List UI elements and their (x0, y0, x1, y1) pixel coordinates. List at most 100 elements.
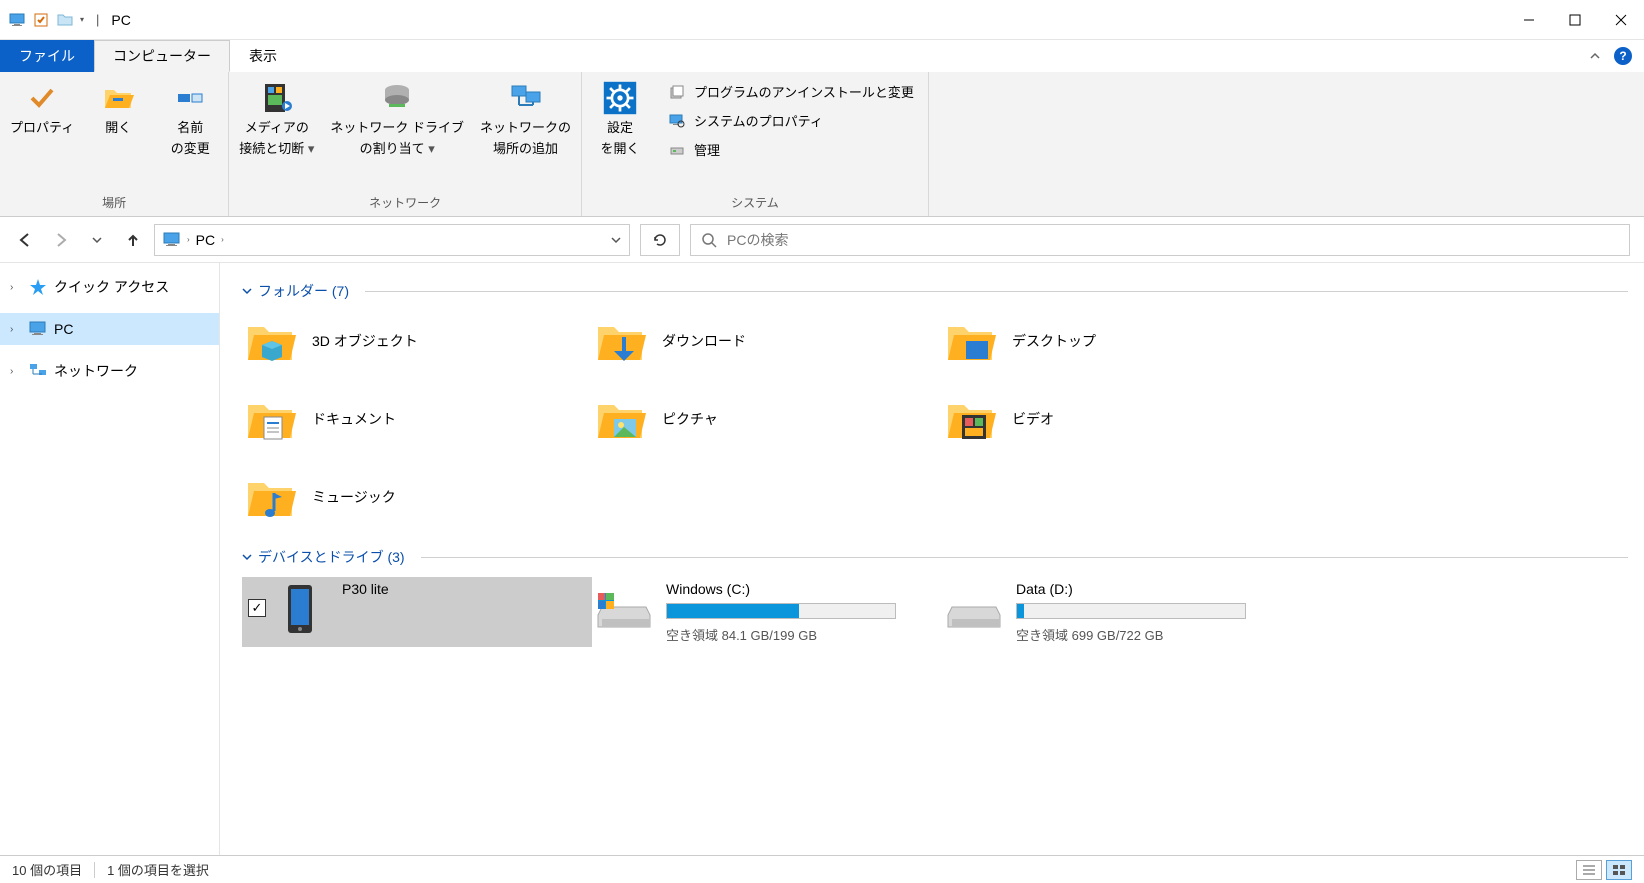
folder-desktop[interactable]: デスクトップ (942, 311, 1292, 371)
folder-music[interactable]: ミュージック (242, 467, 592, 527)
ribbon-mapdrive-button[interactable]: ネットワーク ドライブ の割り当て ▾ (328, 76, 466, 162)
drive-d-icon (946, 581, 1002, 637)
chevron-down-icon[interactable] (242, 552, 252, 562)
close-button[interactable] (1598, 0, 1644, 40)
tree-quick-access[interactable]: › クイック アクセス (0, 271, 219, 303)
folder-label: ビデオ (1012, 409, 1054, 429)
ribbon-addlocation-button[interactable]: ネットワークの 場所の追加 (478, 76, 573, 162)
nav-up-button[interactable] (122, 229, 144, 251)
tree-network[interactable]: › ネットワーク (0, 355, 219, 387)
search-box[interactable] (690, 224, 1630, 256)
ribbon-manage-button[interactable]: 管理 (668, 138, 914, 161)
section-folders-header[interactable]: フォルダー (7) (242, 281, 1628, 301)
ribbon-uninstall-button[interactable]: プログラムのアンインストールと変更 (668, 80, 914, 103)
ribbon-rename-label2: の変更 (171, 141, 210, 158)
device-phone[interactable]: ✓ P30 lite (242, 577, 592, 647)
quick-access-toolbar: ▾ | (0, 11, 105, 29)
chevron-down-icon[interactable] (242, 286, 252, 296)
ribbon-group-location-label: 場所 (8, 191, 220, 214)
folder-open-icon (100, 80, 136, 116)
main: › クイック アクセス › PC › ネットワーク フォルダー (7) 3D オ… (0, 263, 1644, 855)
maximize-button[interactable] (1552, 0, 1598, 40)
chevron-right-icon[interactable]: › (10, 324, 22, 335)
breadcrumb-pc[interactable]: PC (196, 232, 215, 248)
ribbon-rename-label1: 名前 (177, 120, 203, 137)
gear-icon (602, 80, 638, 116)
checkbox-icon[interactable]: ✓ (248, 599, 266, 617)
ribbon-group-system: 設定 を開く プログラムのアンインストールと変更 システムのプロパティ 管理 シ… (582, 72, 929, 216)
ribbon-group-network-label: ネットワーク (237, 191, 573, 214)
ribbon-rename-button[interactable]: 名前 の変更 (160, 76, 220, 162)
chevron-right-icon[interactable]: › (187, 235, 190, 244)
folder-pictures-icon (592, 391, 648, 447)
titlebar: ▾ | PC (0, 0, 1644, 40)
manage-icon (668, 141, 686, 159)
check-icon (24, 80, 60, 116)
nav-back-button[interactable] (14, 229, 36, 251)
ribbon-settings-button[interactable]: 設定 を開く (590, 76, 650, 162)
ribbon-sysprops-label: システムのプロパティ (694, 111, 823, 130)
ribbon-mapdrive-label1: ネットワーク ドライブ (330, 120, 464, 137)
ribbon-settings-label2: を開く (601, 141, 640, 158)
folder-documents-icon (242, 391, 298, 447)
folder-downloads[interactable]: ダウンロード (592, 311, 942, 371)
folder-3d-objects[interactable]: 3D オブジェクト (242, 311, 592, 371)
ribbon-properties-button[interactable]: プロパティ (8, 76, 76, 141)
section-folders-label: フォルダー (7) (258, 281, 349, 301)
ribbon-sysprops-button[interactable]: システムのプロパティ (668, 109, 914, 132)
properties-icon[interactable] (32, 11, 50, 29)
folder-desktop-icon (942, 313, 998, 369)
folder-pictures[interactable]: ピクチャ (592, 389, 942, 449)
view-details-button[interactable] (1576, 860, 1602, 880)
title-separator: | (90, 12, 105, 27)
ribbon-collapse-icon[interactable] (1586, 47, 1604, 65)
address-dropdown-icon[interactable] (611, 235, 621, 245)
refresh-button[interactable] (640, 224, 680, 256)
nav-forward-button[interactable] (50, 229, 72, 251)
folder-downloads-icon (592, 313, 648, 369)
search-icon (701, 232, 717, 248)
view-icons-button[interactable] (1606, 860, 1632, 880)
drive-d[interactable]: Data (D:) 空き領域 699 GB/722 GB (942, 577, 1292, 647)
search-input[interactable] (727, 232, 1619, 248)
pc-icon (28, 319, 48, 339)
ribbon-open-label: 開く (105, 120, 131, 137)
device-label: P30 lite (342, 581, 389, 597)
ribbon-tabs: ファイル コンピューター 表示 ? (0, 40, 1644, 72)
content: フォルダー (7) 3D オブジェクト ダウンロード デスクトップ ドキュメント (220, 263, 1644, 855)
window-controls (1506, 0, 1644, 40)
status-item-count: 10 個の項目 (12, 860, 82, 879)
tab-view[interactable]: 表示 (230, 40, 296, 72)
chevron-right-icon[interactable]: › (221, 235, 224, 244)
ribbon: プロパティ 開く 名前 の変更 場所 メディアの 接続と切断 ▾ ネットワーク (0, 72, 1644, 217)
dropdown-caret-icon: ▾ (308, 141, 315, 156)
nav-recent-button[interactable] (86, 229, 108, 251)
tree-pc[interactable]: › PC (0, 313, 219, 345)
ribbon-media-button[interactable]: メディアの 接続と切断 ▾ (237, 76, 316, 162)
drive-capacity-bar (666, 603, 896, 619)
drive-label: Windows (C:) (666, 581, 896, 597)
tab-computer[interactable]: コンピューター (94, 40, 230, 72)
ribbon-addloc-label1: ネットワークの (480, 120, 571, 137)
chevron-right-icon[interactable]: › (10, 282, 22, 293)
help-icon[interactable]: ? (1614, 47, 1632, 65)
folder-label: ダウンロード (662, 331, 746, 351)
chevron-right-icon[interactable]: › (10, 366, 22, 377)
drive-c-icon (596, 581, 652, 637)
tab-file[interactable]: ファイル (0, 40, 94, 72)
dropdown-caret-icon: ▾ (428, 141, 435, 156)
minimize-button[interactable] (1506, 0, 1552, 40)
qat-dropdown-icon[interactable]: ▾ (80, 15, 84, 24)
ribbon-open-button[interactable]: 開く (88, 76, 148, 141)
statusbar: 10 個の項目 1 個の項目を選択 (0, 855, 1644, 883)
folder-music-icon (242, 469, 298, 525)
address-box[interactable]: › PC › (154, 224, 630, 256)
ribbon-settings-label1: 設定 (607, 120, 633, 137)
ribbon-media-label2: 接続と切断 (239, 141, 304, 156)
folder-label: ピクチャ (662, 409, 718, 429)
folder-videos[interactable]: ビデオ (942, 389, 1292, 449)
folder-documents[interactable]: ドキュメント (242, 389, 592, 449)
drive-c[interactable]: Windows (C:) 空き領域 84.1 GB/199 GB (592, 577, 942, 647)
section-devices-header[interactable]: デバイスとドライブ (3) (242, 547, 1628, 567)
folder-label: 3D オブジェクト (312, 331, 418, 351)
